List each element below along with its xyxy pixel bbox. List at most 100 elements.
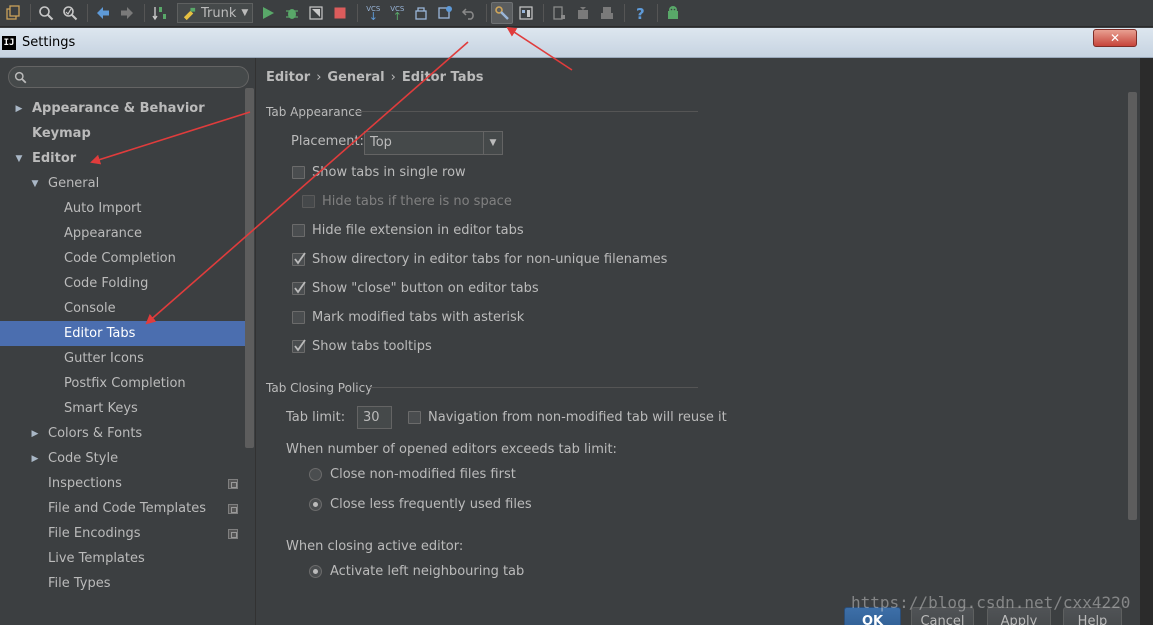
settings-search-input[interactable] [31,70,231,84]
tab-option-label: Show "close" button on editor tabs [312,281,539,296]
collapsed-arrow-icon[interactable]: ▶ [30,454,40,464]
sidebar-item-label: File and Code Templates [48,501,206,516]
reuse-tab-checkbox[interactable] [408,411,421,424]
sidebar-item-postfix-completion[interactable]: Postfix Completion [0,371,245,396]
settings-search-box[interactable] [8,66,249,88]
sidebar-item-live-templates[interactable]: Live Templates [0,546,245,571]
tab-option-checkbox[interactable] [292,339,306,353]
radio-button[interactable] [309,565,322,578]
tab-option-checkbox[interactable] [292,281,306,295]
sidebar-item-label: Code Completion [64,251,176,266]
sidebar-item-inspections[interactable]: Inspections [0,471,245,496]
sidebar-item-label: Code Folding [64,276,149,291]
sidebar-item-console[interactable]: Console [0,296,245,321]
vcs-commit-icon[interactable]: VCS ↑ [386,2,408,24]
collapsed-arrow-icon[interactable]: ▶ [30,429,40,439]
settings-icon[interactable] [491,2,514,24]
coverage-icon[interactable] [305,2,327,24]
sidebar-item-code-style[interactable]: ▶ Code Style [0,446,245,471]
find-icon[interactable] [35,2,57,24]
build-icon[interactable] [149,2,171,24]
debug-icon[interactable] [281,2,303,24]
breadcrumb-separator: › [316,70,322,85]
sidebar-item-code-folding[interactable]: Code Folding [0,271,245,296]
sidebar-scrollbar[interactable] [245,88,254,448]
run-configuration-dropdown[interactable]: Trunk ▼ [177,3,254,23]
sidebar-item-label: Live Templates [48,551,145,566]
sidebar-item-code-completion[interactable]: Code Completion [0,246,245,271]
run-icon[interactable] [257,2,279,24]
sidebar-item-label: Postfix Completion [64,376,186,391]
run-configuration-label: Trunk [201,5,237,21]
device-manager-icon[interactable] [596,2,618,24]
sidebar-item-label: Colors & Fonts [48,426,143,441]
radio-button[interactable] [309,468,322,481]
tab-option-checkbox[interactable] [292,224,305,237]
checkmark-icon [294,252,306,265]
tab-option-checkbox[interactable] [292,311,305,324]
android-monitor-icon[interactable] [662,2,684,24]
placement-label: Placement: [291,134,364,149]
placement-dropdown[interactable]: Top ▼ [364,131,503,155]
breadcrumb-item: Editor [266,70,311,85]
tab-limit-label: Tab limit: [286,410,346,425]
tab-option-checkbox[interactable] [292,166,305,179]
toolbar-separator [624,4,626,22]
back-icon[interactable] [92,2,114,24]
tab-option-checkbox[interactable] [302,195,315,208]
tab-option-label: Mark modified tabs with asterisk [312,310,525,325]
project-structure-settings-icon[interactable] [515,2,537,24]
forward-icon[interactable] [116,2,138,24]
vcs-operations-icon[interactable] [410,2,432,24]
sidebar-item-appearance-behavior[interactable]: ▶ Appearance & Behavior [0,96,245,121]
collapsed-arrow-icon[interactable]: ▶ [14,104,24,114]
project-level-icon [228,478,238,489]
search-icon [14,71,27,83]
sidebar-item-smart-keys[interactable]: Smart Keys [0,396,245,421]
tab-option-label: Hide tabs if there is no space [322,194,512,209]
tab-option-label: Hide file extension in editor tabs [312,223,524,238]
tab-appearance-group-title: Tab Appearance [266,105,363,119]
stop-icon[interactable] [329,2,351,24]
sidebar-item-file-types[interactable]: File Types [0,571,245,596]
content-scrollbar[interactable] [1128,92,1137,520]
group-divider [370,387,698,388]
sidebar-item-label: Gutter Icons [64,351,144,366]
placement-value: Top [370,135,392,150]
expanded-arrow-icon[interactable]: ▼ [30,179,40,189]
help-icon[interactable]: ? [629,2,651,24]
expanded-arrow-icon[interactable]: ▼ [14,154,24,164]
radio-label: Close non-modified files first [330,467,516,482]
sidebar-item-editor[interactable]: ▼ Editor [0,146,245,171]
sidebar-item-label: File Types [48,576,111,591]
tab-option-checkbox[interactable] [292,252,306,266]
vcs-update-icon[interactable]: VCS ↓ [362,2,384,24]
sync-icon[interactable] [572,2,594,24]
sidebar-item-appearance[interactable]: Appearance [0,221,245,246]
revert-icon[interactable] [458,2,480,24]
sidebar-item-editor-tabs[interactable]: Editor Tabs [0,321,245,346]
toolbar-separator [144,4,145,22]
group-divider [355,111,698,112]
window-close-button[interactable]: ✕ [1093,29,1137,47]
sidebar-item-auto-import[interactable]: Auto Import [0,196,245,221]
tab-limit-input[interactable] [357,406,392,429]
radio-button[interactable] [309,498,322,511]
settings-window-titlebar[interactable]: IJ Settings ✕ [0,28,1153,58]
replace-icon[interactable] [59,2,81,24]
sidebar-item-file-and-code-templates[interactable]: File and Code Templates [0,496,245,521]
sidebar-item-general[interactable]: ▼ General [0,171,245,196]
sidebar-item-gutter-icons[interactable]: Gutter Icons [0,346,245,371]
sidebar-item-colors-fonts[interactable]: ▶ Colors & Fonts [0,421,245,446]
sidebar-item-label: Appearance [64,226,143,241]
breadcrumb-item: General [327,70,385,85]
sidebar-item-label: File Encodings [48,526,141,541]
sidebar-item-label: Keymap [32,126,91,141]
sidebar-item-file-encodings[interactable]: File Encodings [0,521,245,546]
sdk-manager-icon[interactable] [548,2,570,24]
sidebar-item-keymap[interactable]: Keymap [0,121,245,146]
toolbar-separator [357,4,359,22]
project-structure-icon[interactable] [2,2,24,24]
show-history-icon[interactable] [434,2,456,24]
watermark: https://blog.csdn.net/cxx4220 [851,593,1131,612]
